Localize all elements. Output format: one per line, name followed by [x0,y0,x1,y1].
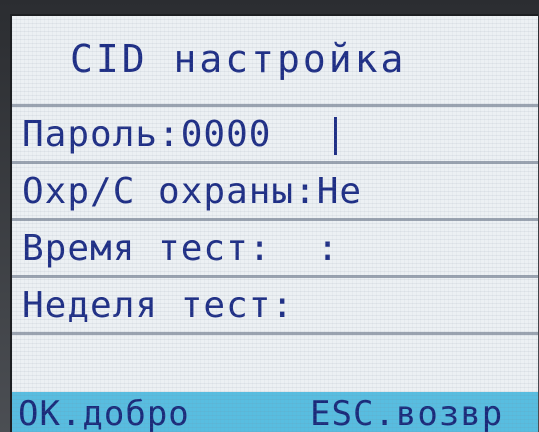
device-bezel: CID настройка Пароль:0000 Охр/С охраны:Н… [0,0,539,432]
arm-disarm-field[interactable]: Охр/С охраны:Не [22,168,362,216]
menu-row-test-time[interactable]: Время тест: : [12,218,538,275]
lcd-screen: CID настройка Пароль:0000 Охр/С охраны:Н… [10,14,538,432]
menu-row-password[interactable]: Пароль:0000 [12,104,538,161]
password-field[interactable]: Пароль:0000 [22,111,271,159]
menu-row-arm-disarm[interactable]: Охр/С охраны:Не [12,161,538,218]
test-week-field[interactable]: Неделя тест: [22,282,294,330]
menu-row-empty [12,332,538,392]
menu-row-test-week[interactable]: Неделя тест: [12,275,538,332]
test-time-field[interactable]: Время тест: : [22,225,339,273]
softkey-bar: OK.добро ESC.возвр [12,392,538,432]
esc-softkey[interactable]: ESC.возвр [310,393,503,432]
screen-title: CID настройка [70,37,407,81]
ok-softkey[interactable]: OK.добро [18,393,190,432]
text-cursor [334,117,337,155]
